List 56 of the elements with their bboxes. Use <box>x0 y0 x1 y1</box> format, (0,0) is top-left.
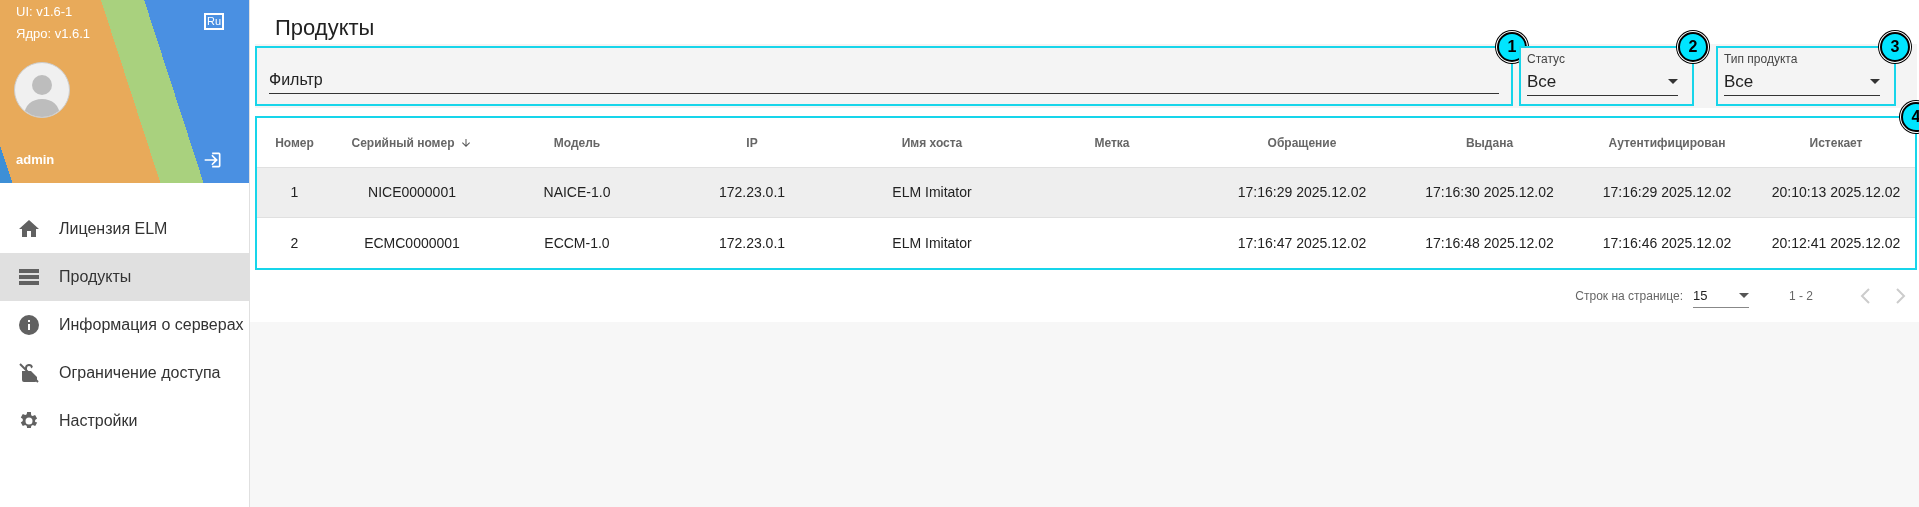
dropdown-caret-icon <box>1739 293 1749 298</box>
username: admin <box>16 151 55 169</box>
column-header[interactable]: Выдана <box>1465 133 1514 152</box>
table-cell-text: NAICE-1.0 <box>543 183 611 202</box>
table-cell-text: 17:16:47 2025.12.02 <box>1237 233 1367 253</box>
column-header[interactable]: Имя хоста <box>901 133 963 152</box>
table-cell-text: 17:16:48 2025.12.02 <box>1425 233 1554 253</box>
page-title: Продукты <box>275 14 375 42</box>
table-cell-text: 17:16:30 2025.12.02 <box>1425 183 1554 202</box>
select-value: Все <box>1527 70 1557 93</box>
dropdown-caret-icon <box>1870 79 1880 84</box>
nav-item[interactable]: Ограничение доступа <box>0 349 249 397</box>
table-cell-text: 20:12:41 2025.12.02 <box>1771 233 1901 253</box>
core-version: Ядро: v1.6.1 <box>16 25 91 43</box>
nav-item[interactable]: Лицензия ELM <box>0 205 249 253</box>
avatar <box>14 62 70 118</box>
column-header[interactable]: Серийный номер <box>351 133 455 152</box>
column-header[interactable]: Модель <box>553 133 601 152</box>
rows-per-page-select[interactable]: 15 <box>1693 284 1749 308</box>
column-header[interactable]: IP <box>746 133 758 152</box>
column-header[interactable]: Номер <box>275 133 314 152</box>
page-range: 1 - 2 <box>1789 288 1813 305</box>
table-cell-text: ELM Imitator <box>892 233 972 253</box>
table-cell-text: NICE0000001 <box>368 183 456 202</box>
logout-icon[interactable] <box>203 150 223 170</box>
column-header[interactable]: Истекает <box>1809 133 1863 152</box>
column-header[interactable]: Аутентифицирован <box>1608 133 1726 152</box>
select-label: Тип продукта <box>1724 51 1799 68</box>
table-cell-text: ECMC0000001 <box>364 233 460 253</box>
language-button[interactable]: Ru <box>204 13 225 30</box>
rows-per-page-label: Строк на странице: <box>1575 288 1683 305</box>
nav-item[interactable]: Продукты <box>0 253 249 301</box>
info-icon <box>17 313 41 337</box>
table-cell-text: 17:16:46 2025.12.02 <box>1602 233 1732 253</box>
nav-item[interactable]: Информация о серверах <box>0 301 249 349</box>
table-cell-text: ELM Imitator <box>892 183 972 202</box>
table-cell-text: 2 <box>290 233 299 253</box>
select-label: Статус <box>1527 51 1566 68</box>
crossed-lock-icon <box>17 361 41 385</box>
table-cell-text: 20:10:13 2025.12.02 <box>1771 183 1901 202</box>
table-cell-text: 1 <box>290 183 299 202</box>
table-cell-text: ECCM-1.0 <box>544 233 610 253</box>
number-badge: 3 <box>1880 32 1910 62</box>
sort-down-arrow-icon[interactable] <box>460 136 473 149</box>
nav-item[interactable]: Настройки <box>0 397 249 445</box>
column-header[interactable]: Метка <box>1094 133 1130 152</box>
ui-version: UI: v1.6-1 <box>16 3 73 21</box>
table-cell-text: 172.23.0.1 <box>718 183 786 202</box>
number-badge: 2 <box>1678 32 1708 62</box>
table-cell-text: 17:16:29 2025.12.02 <box>1237 183 1367 202</box>
dropdown-caret-icon <box>1668 79 1678 84</box>
table-row[interactable]: 1 NICE0000001 NAICE-1.0 172.23.0.1 ELM Imitator 17:16:29 2025.12.02 17:16:30 2025.12.02 17:16:29 2025.12.02 20:10:13 2025.12.02 <box>257 168 1915 218</box>
select-value: Все <box>1724 70 1754 93</box>
table-cell-text: 172.23.0.1 <box>718 233 786 253</box>
column-header[interactable]: Обращение <box>1267 133 1337 152</box>
table-cell-text: 17:16:29 2025.12.02 <box>1602 183 1732 202</box>
